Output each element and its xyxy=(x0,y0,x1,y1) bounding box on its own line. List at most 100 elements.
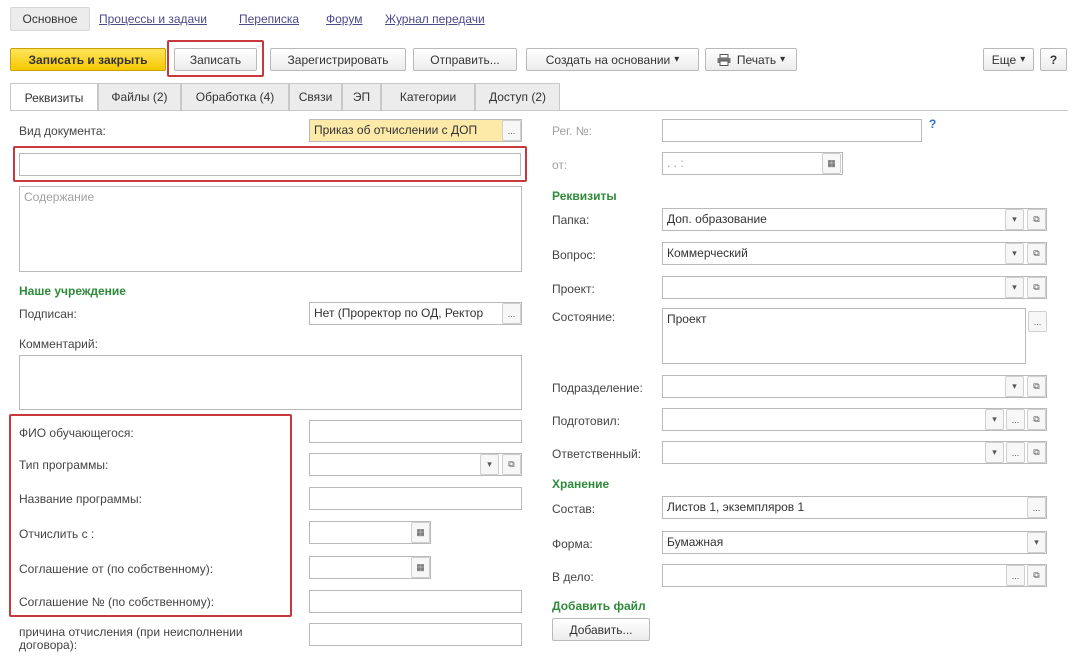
nav-link-forum[interactable]: Форум xyxy=(326,12,362,26)
title-input[interactable] xyxy=(19,153,521,176)
to-case-open-button[interactable]: ⧉ xyxy=(1027,565,1046,586)
form-select[interactable]: Бумажная xyxy=(662,531,1047,554)
comment-textarea[interactable] xyxy=(19,355,522,410)
ellipsis-icon: ... xyxy=(507,308,516,319)
reg-date-calendar-button[interactable]: ▦ xyxy=(822,153,841,174)
program-name-input[interactable] xyxy=(309,487,522,510)
print-label: Печать xyxy=(736,52,777,67)
printer-icon xyxy=(717,53,731,66)
nav-link-processes[interactable]: Процессы и задачи xyxy=(99,12,207,26)
agreement-no-input[interactable] xyxy=(309,590,522,613)
create-based-button[interactable]: Создать на основании ▾ xyxy=(526,48,699,71)
content-textarea[interactable]: Содержание xyxy=(19,186,522,272)
folder-label: Папка: xyxy=(552,213,590,227)
agreement-date-calendar-button[interactable]: ▦ xyxy=(411,557,430,578)
responsible-open-button[interactable]: ⧉ xyxy=(1027,442,1046,463)
more-label: Еще xyxy=(991,52,1017,67)
question-dropdown-button[interactable]: ▾ xyxy=(1005,243,1024,264)
student-input[interactable] xyxy=(309,420,522,443)
responsible-dropdown-button[interactable]: ▾ xyxy=(985,442,1004,463)
from-label: от: xyxy=(552,158,568,172)
open-icon: ⧉ xyxy=(1033,381,1040,391)
section-add-file: Добавить файл xyxy=(552,599,646,613)
tab-processing[interactable]: Обработка (4) xyxy=(181,83,289,110)
open-icon: ⧉ xyxy=(508,459,515,469)
prepared-open-button[interactable]: ⧉ xyxy=(1027,409,1046,430)
signed-select-button[interactable]: ... xyxy=(502,303,521,324)
folder-value: Доп. образование xyxy=(667,212,767,226)
state-value: Проект xyxy=(667,312,707,326)
nav-link-correspondence[interactable]: Переписка xyxy=(239,12,299,26)
composition-select-button[interactable]: ... xyxy=(1027,497,1046,518)
project-select[interactable] xyxy=(662,276,1047,299)
doc-type-field[interactable]: Приказ об отчислении с ДОП xyxy=(309,119,522,142)
chevron-down-icon: ▾ xyxy=(1012,214,1017,224)
ellipsis-icon: ... xyxy=(1032,502,1041,513)
nav-link-journal[interactable]: Журнал передачи xyxy=(385,12,485,26)
state-field[interactable]: Проект xyxy=(662,308,1026,364)
chevron-down-icon: ▾ xyxy=(992,447,997,457)
more-button[interactable]: Еще ▾ xyxy=(983,48,1034,71)
program-type-open-button[interactable]: ⧉ xyxy=(502,454,521,475)
save-close-label: Записать и закрыть xyxy=(28,52,148,67)
ellipsis-icon: ... xyxy=(1011,447,1020,458)
form-label: Форма: xyxy=(552,537,593,551)
add-file-button[interactable]: Добавить... xyxy=(552,618,650,641)
question-select[interactable]: Коммерческий xyxy=(662,242,1047,265)
expel-from-calendar-button[interactable]: ▦ xyxy=(411,522,430,543)
reg-no-help-icon[interactable]: ? xyxy=(929,117,936,131)
question-open-button[interactable]: ⧉ xyxy=(1027,243,1046,264)
chevron-down-icon: ▾ xyxy=(487,459,492,469)
reg-no-label: Рег. №: xyxy=(552,124,592,138)
help-label: ? xyxy=(1049,52,1058,67)
reason-label: причина отчисления (при неисполнении дог… xyxy=(19,625,243,652)
project-open-button[interactable]: ⧉ xyxy=(1027,277,1046,298)
save-button[interactable]: Записать xyxy=(174,48,257,71)
send-button[interactable]: Отправить... xyxy=(413,48,517,71)
program-type-label: Тип программы: xyxy=(19,458,109,472)
composition-field[interactable]: Листов 1, экземпляров 1 xyxy=(662,496,1047,519)
tab-signatures[interactable]: ЭП xyxy=(342,83,381,110)
to-case-select-button[interactable]: ... xyxy=(1006,565,1025,586)
tab-categories[interactable]: Категории xyxy=(381,83,475,110)
reg-date-field[interactable]: . . : xyxy=(662,152,843,175)
folder-dropdown-button[interactable]: ▾ xyxy=(1005,209,1024,230)
ellipsis-icon: ... xyxy=(1033,316,1042,327)
tab-requisites[interactable]: Реквизиты xyxy=(10,83,98,111)
calendar-icon: ▦ xyxy=(416,527,425,537)
tab-files[interactable]: Файлы (2) xyxy=(98,83,181,110)
signed-field[interactable]: Нет (Проректор по ОД, Ректор xyxy=(309,302,522,325)
reason-input[interactable] xyxy=(309,623,522,646)
division-select[interactable] xyxy=(662,375,1047,398)
composition-value: Листов 1, экземпляров 1 xyxy=(667,500,805,514)
to-case-field[interactable] xyxy=(662,564,1047,587)
nav-tab-main[interactable]: Основное xyxy=(10,7,90,31)
tab-label: Обработка (4) xyxy=(195,90,275,104)
reg-no-input[interactable] xyxy=(662,119,922,142)
project-label: Проект: xyxy=(552,282,595,296)
division-open-button[interactable]: ⧉ xyxy=(1027,376,1046,397)
program-type-dropdown-button[interactable]: ▾ xyxy=(480,454,499,475)
prepared-select-button[interactable]: ... xyxy=(1006,409,1025,430)
division-dropdown-button[interactable]: ▾ xyxy=(1005,376,1024,397)
open-icon: ⧉ xyxy=(1033,447,1040,457)
ellipsis-icon: ... xyxy=(1011,414,1020,425)
register-button[interactable]: Зарегистрировать xyxy=(270,48,406,71)
question-value: Коммерческий xyxy=(667,246,748,260)
save-close-button[interactable]: Записать и закрыть xyxy=(10,48,166,71)
responsible-select-button[interactable]: ... xyxy=(1006,442,1025,463)
agreement-no-label: Соглашение № (по собственному): xyxy=(19,595,215,609)
print-button[interactable]: Печать ▾ xyxy=(705,48,797,71)
folder-select[interactable]: Доп. образование xyxy=(662,208,1047,231)
project-dropdown-button[interactable]: ▾ xyxy=(1005,277,1024,298)
folder-open-button[interactable]: ⧉ xyxy=(1027,209,1046,230)
tab-access[interactable]: Доступ (2) xyxy=(475,83,560,110)
doc-type-select-button[interactable]: ... xyxy=(502,120,521,141)
form-dropdown-button[interactable]: ▾ xyxy=(1027,532,1046,553)
question-label: Вопрос: xyxy=(552,248,596,262)
tab-links[interactable]: Связи xyxy=(289,83,342,110)
help-button[interactable]: ? xyxy=(1040,48,1067,71)
state-select-button[interactable]: ... xyxy=(1028,311,1047,332)
doc-type-label: Вид документа: xyxy=(19,124,106,138)
prepared-dropdown-button[interactable]: ▾ xyxy=(985,409,1004,430)
